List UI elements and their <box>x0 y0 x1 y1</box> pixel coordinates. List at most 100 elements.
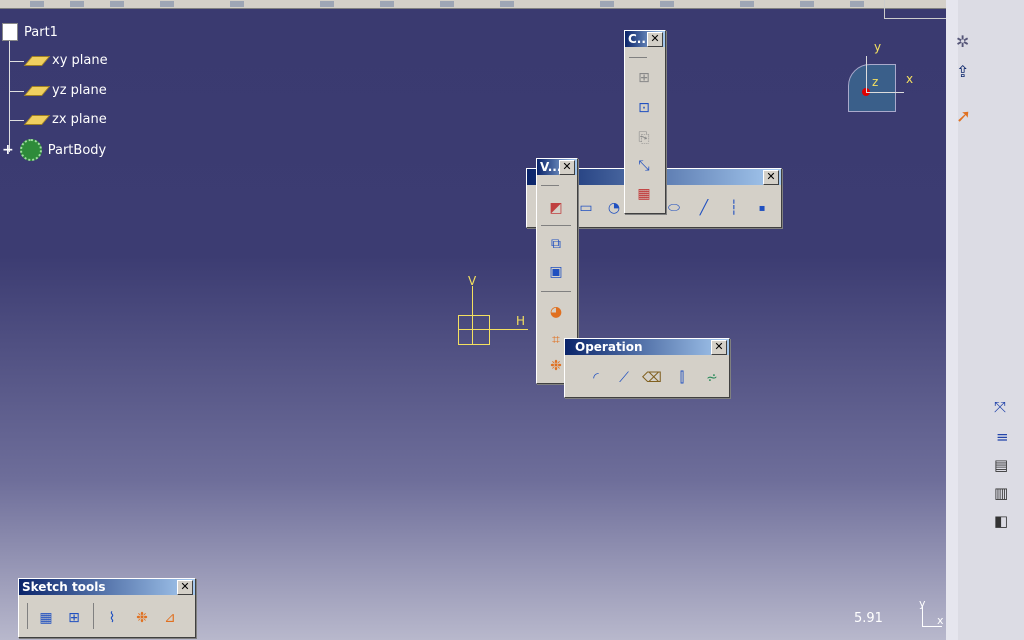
sketch-origin-box <box>458 315 490 345</box>
diagnosis-icon[interactable]: ▥ <box>994 484 1014 504</box>
select-arrow-icon[interactable]: ➚ <box>956 106 978 128</box>
toolbar-title-bar[interactable]: V... ✕ <box>537 159 577 175</box>
tree-item-zx-plane[interactable]: zx plane <box>23 112 107 127</box>
plane-icon <box>23 114 51 125</box>
compass-z-label: z <box>872 75 879 89</box>
tree-item-partbody[interactable]: + PartBody <box>2 139 106 161</box>
top-toolbar-strip <box>0 0 946 9</box>
auto-constraint-icon[interactable]: ⤡ <box>633 155 655 177</box>
toolbar-icon[interactable] <box>70 1 84 7</box>
grid-icon[interactable]: ▦ <box>35 607 57 629</box>
toolbar-title: Sketch tools <box>22 580 106 594</box>
toolbar-icon[interactable] <box>320 1 334 7</box>
line-icon[interactable]: ╱ <box>693 197 715 219</box>
animate-constraint-icon[interactable]: ▦ <box>633 183 655 205</box>
close-button[interactable]: ✕ <box>763 170 779 185</box>
rectangle-icon[interactable]: ▭ <box>575 197 597 219</box>
circle-icon[interactable]: ◔ <box>603 197 625 219</box>
point-icon[interactable]: ▪ <box>751 197 773 219</box>
reference-icon[interactable]: ◧ <box>994 512 1014 532</box>
compass-y-label: y <box>874 40 882 54</box>
ellipse-icon[interactable]: ⬭ <box>663 197 685 219</box>
toolbar-icon[interactable] <box>380 1 394 7</box>
toolbar-icon[interactable] <box>160 1 174 7</box>
toolbar-icon[interactable] <box>30 1 44 7</box>
grip[interactable] <box>541 185 559 186</box>
toolbar-icon[interactable] <box>110 1 124 7</box>
corner-icon[interactable]: ◜ <box>585 367 607 389</box>
toolbar-icon[interactable] <box>740 1 754 7</box>
plane-icon <box>23 85 51 96</box>
grip[interactable] <box>629 57 647 58</box>
toolbar-title-bar[interactable]: C... ✕ <box>625 31 665 47</box>
toolbar-title-bar[interactable]: Sketch tools ✕ <box>19 579 195 595</box>
close-button[interactable]: ✕ <box>711 340 727 355</box>
part-document-icon <box>2 23 18 41</box>
tree-connector <box>10 91 24 92</box>
sketch-h-label: H <box>516 314 526 328</box>
mirror-icon[interactable]: ⫿ <box>671 367 693 389</box>
corner-x-label: x <box>937 614 944 627</box>
corner-y-label: y <box>919 597 926 610</box>
sketch-origin-crossline <box>458 329 488 330</box>
tree-item-part1[interactable]: Part1 <box>2 23 58 41</box>
tree-connector <box>9 40 10 152</box>
right-toolbar-strip <box>946 0 958 640</box>
project-3d-icon[interactable]: ⩫ <box>701 367 723 389</box>
toolbar-icon[interactable] <box>850 1 864 7</box>
close-button[interactable]: ✕ <box>647 32 663 47</box>
sketch-plane-icon[interactable]: ⧉ <box>545 233 567 255</box>
tree-item-yz-plane[interactable]: yz plane <box>23 83 107 98</box>
contact-constraint-icon[interactable]: ⎘ <box>633 127 655 149</box>
close-button[interactable]: ✕ <box>559 160 575 175</box>
geometry-icon[interactable]: ◕ <box>545 301 567 323</box>
trim-icon[interactable]: ⌫ <box>641 367 663 389</box>
partbody-gear-icon <box>19 139 42 161</box>
toolbar-icon[interactable] <box>230 1 244 7</box>
tree-connector <box>10 120 24 121</box>
sketch-tools-toolbar: Sketch tools ✕ ▦ ⊞ ⌇ ❉ ⊿ <box>18 578 196 638</box>
geometrical-constraints-icon[interactable]: ❉ <box>131 607 153 629</box>
sparkle-icon[interactable]: ✲ <box>956 32 976 52</box>
operation-toolbar: Operation ✕ ◜ ⟋ ⌫ ⫿ ⩫ <box>564 338 730 398</box>
plane-icon <box>23 55 51 66</box>
diagnosis-icon[interactable]: ▣ <box>545 261 567 283</box>
constraints-dialog-icon[interactable]: ⊞ <box>633 67 655 89</box>
toolbar-icon[interactable] <box>600 1 614 7</box>
compass-x-label: x <box>906 72 914 86</box>
tree-label: Part1 <box>24 24 58 40</box>
toolbar-title-bar[interactable]: Operation ✕ <box>565 339 729 355</box>
export-icon[interactable]: ⇪ <box>956 62 976 82</box>
separator <box>541 291 571 292</box>
toolbar-icon[interactable] <box>660 1 674 7</box>
zoom-value: 5.91 <box>854 611 883 626</box>
toolbar-title: Operation <box>575 340 643 354</box>
close-button[interactable]: ✕ <box>177 580 193 595</box>
separator <box>93 603 94 629</box>
tree-item-xy-plane[interactable]: xy plane <box>23 53 108 68</box>
constraint-icon[interactable]: ⊡ <box>633 97 655 119</box>
snap-to-point-icon[interactable]: ⊞ <box>63 607 85 629</box>
analysis-icon[interactable]: ▤ <box>994 456 1014 476</box>
cut-part-icon[interactable]: ◩ <box>545 197 567 219</box>
toolbar-icon[interactable] <box>440 1 454 7</box>
axis-icon[interactable]: ┆ <box>723 197 745 219</box>
toolbar-icon[interactable] <box>500 1 514 7</box>
dimensional-constraints-icon[interactable]: ⊿ <box>159 607 181 629</box>
divider <box>884 0 885 18</box>
compass-x-axis <box>866 92 904 93</box>
tree-label: PartBody <box>47 142 107 158</box>
tree-label: zx plane <box>52 112 107 127</box>
tree-connector <box>10 61 24 62</box>
compass-y-axis <box>866 56 867 92</box>
construction-element-icon[interactable]: ⌇ <box>101 607 123 629</box>
grip[interactable] <box>27 603 28 629</box>
chamfer-icon[interactable]: ⟋ <box>613 367 635 389</box>
toolbar-icon[interactable] <box>800 1 814 7</box>
tree-label: xy plane <box>52 53 108 68</box>
sketch-v-label: V <box>468 274 477 288</box>
list-icon[interactable]: ≡ <box>996 428 1016 448</box>
constraint-icon[interactable]: ⤧ <box>994 398 1014 418</box>
separator <box>541 225 571 226</box>
expand-plus-icon[interactable]: + <box>2 142 14 158</box>
